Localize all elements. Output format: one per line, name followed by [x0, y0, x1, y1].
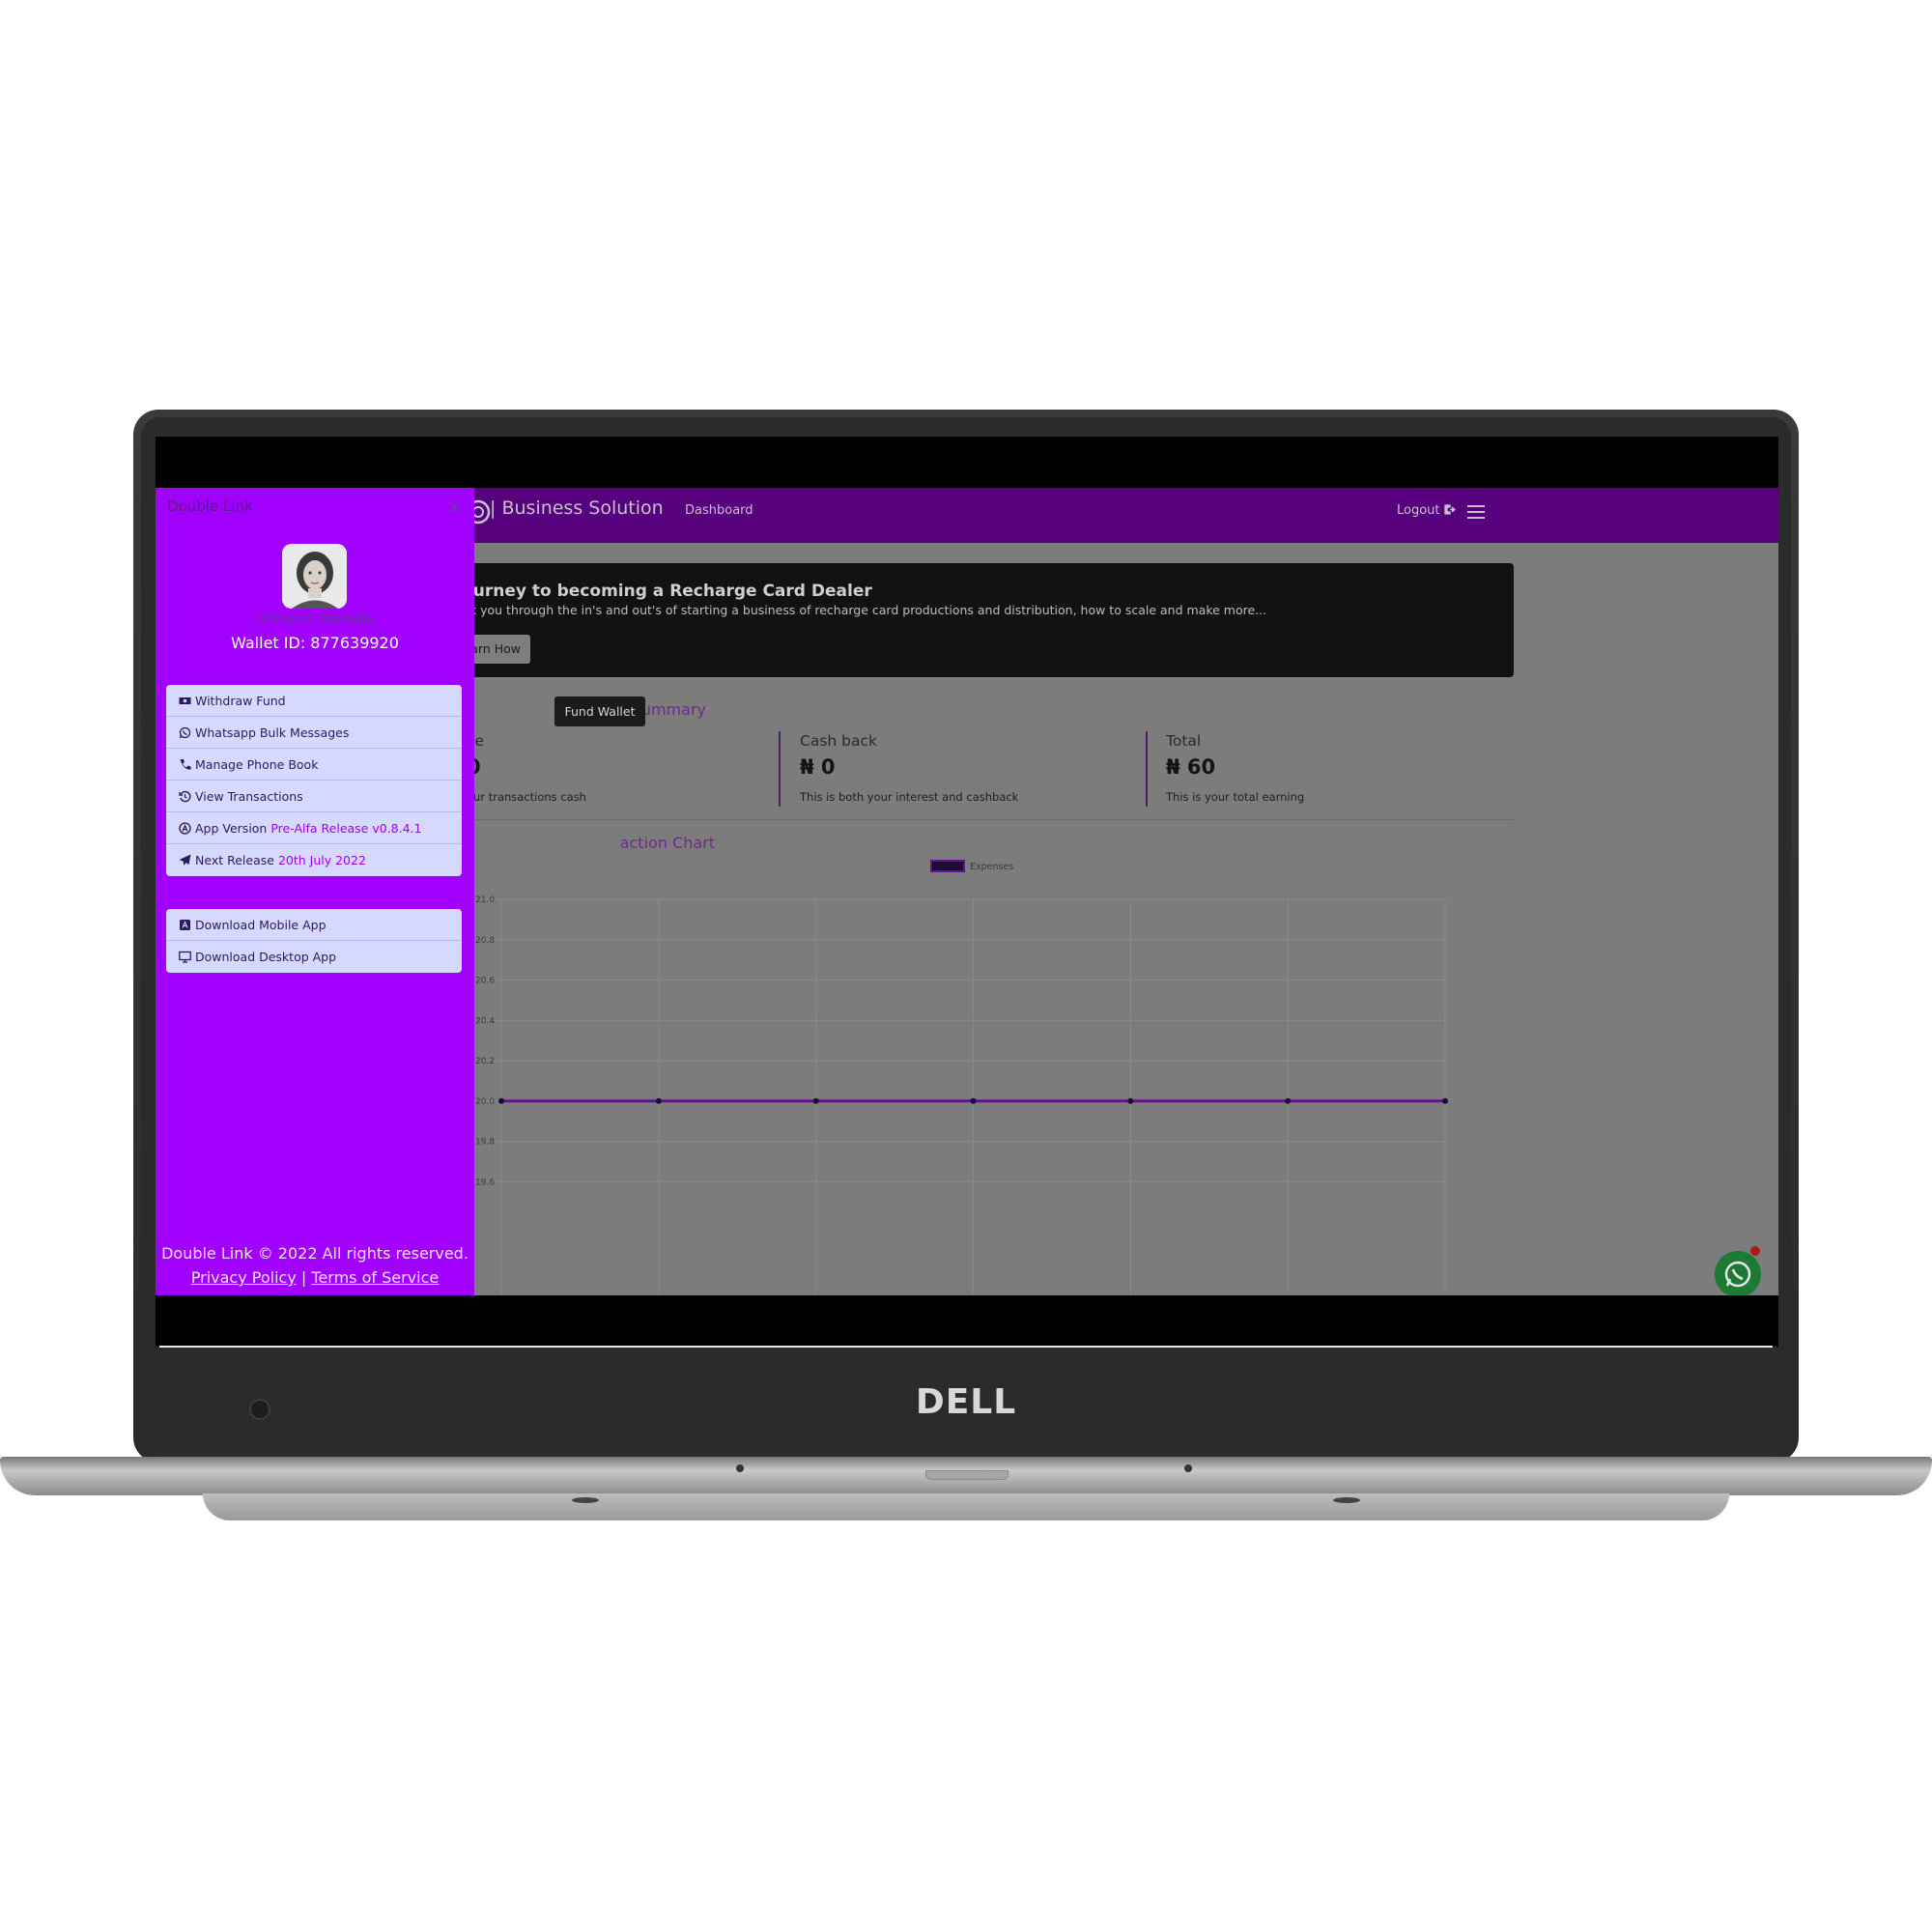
footer-links: Privacy Policy | Terms of Service	[156, 1268, 474, 1287]
stat-divider	[779, 731, 781, 807]
logout-icon	[1444, 504, 1456, 515]
wallet-id: Wallet ID: 877639920	[156, 634, 474, 652]
privacy-policy-link[interactable]: Privacy Policy	[191, 1268, 297, 1287]
money-icon	[179, 696, 191, 704]
menu-label: Next Release	[195, 853, 274, 867]
logout-button[interactable]: Logout	[1397, 503, 1457, 518]
info-banner	[387, 563, 1514, 677]
data-point	[1127, 1097, 1134, 1104]
footer-copyright: Double Link © 2022 All rights reserved.	[161, 1244, 469, 1263]
wallet-id-value: 877639920	[310, 634, 399, 652]
data-point	[655, 1097, 662, 1104]
banner-text: guide will walk you through the in's and…	[387, 603, 1267, 617]
stat-note-balance: our transactions cash	[467, 790, 586, 804]
laptop-base-bottom	[203, 1493, 1729, 1520]
stat-label-cashback: Cash back	[800, 732, 877, 750]
phone-icon	[180, 758, 191, 770]
user-name: Johnson Medalis	[256, 610, 374, 627]
menu-label: Whatsapp Bulk Messages	[195, 724, 350, 740]
webcam-icon	[249, 1399, 270, 1420]
legend-swatch	[930, 860, 965, 872]
menu-item-app-version[interactable]: App Version Pre-Alfa Release v0.8.4.1	[166, 812, 462, 844]
data-point	[498, 1097, 504, 1104]
y-tick-label: 21.0	[475, 895, 495, 905]
y-tick-label: 20.8	[475, 936, 495, 946]
menu-item-withdraw-fund[interactable]: Withdraw Fund	[166, 685, 462, 717]
base-dot	[1184, 1464, 1192, 1472]
sidebar-menu: Withdraw Fund Whatsapp Bulk Messages Man…	[166, 685, 462, 876]
menu-label: View Transactions	[195, 788, 303, 804]
download-desktop-app-link[interactable]: Download Desktop App	[166, 941, 462, 973]
y-tick-label: 20.0	[475, 1097, 495, 1107]
whatsapp-icon	[1724, 1261, 1751, 1288]
brand-title[interactable]: | Business Solution	[490, 497, 664, 519]
menu-item-whatsapp-bulk[interactable]: Whatsapp Bulk Messages	[166, 717, 462, 749]
footer-separator: |	[300, 1268, 307, 1287]
base-dot	[736, 1464, 744, 1472]
y-tick-label: 20.4	[475, 1016, 495, 1026]
logout-label: Logout	[1397, 503, 1440, 518]
wallet-label: Wallet ID:	[231, 634, 306, 652]
stat-value-total: ₦ 60	[1166, 755, 1216, 779]
y-tick-label: 19.6	[475, 1178, 495, 1187]
sidebar-drawer: Double Link ✕ Johnson Medalis Wallet ID:…	[156, 488, 474, 1295]
whatsapp-chat-button[interactable]	[1715, 1251, 1761, 1295]
data-point	[1285, 1097, 1292, 1104]
paper-plane-icon	[179, 854, 191, 866]
hamburger-menu-icon[interactable]	[1467, 505, 1485, 519]
desktop-icon	[179, 951, 191, 963]
screen-edge	[159, 1346, 1773, 1348]
menu-label: Manage Phone Book	[195, 756, 319, 772]
data-point	[812, 1097, 819, 1104]
menu-label: Download Desktop App	[195, 950, 337, 964]
stat-note-total: This is your total earning	[1166, 790, 1305, 804]
laptop-foot	[572, 1497, 599, 1503]
download-mobile-app-link[interactable]: Download Mobile App	[166, 909, 462, 941]
menu-item-view-transactions[interactable]: View Transactions	[166, 781, 462, 812]
banner-title: rt Your journey to becoming a Recharge C…	[387, 582, 872, 601]
app-store-icon	[179, 821, 191, 835]
next-release-date: 20th July 2022	[277, 853, 366, 867]
terms-of-service-link[interactable]: Terms of Service	[311, 1268, 439, 1287]
menu-label: Withdraw Fund	[195, 693, 286, 708]
notification-badge	[1750, 1246, 1760, 1256]
app-screen: | Business Solution Dashboard Logout rt …	[156, 488, 1778, 1295]
data-point	[1442, 1097, 1448, 1104]
avatar	[282, 544, 347, 609]
history-icon	[179, 790, 191, 802]
y-tick-label: 19.8	[475, 1138, 495, 1148]
laptop-foot	[1333, 1497, 1360, 1503]
menu-item-next-release[interactable]: Next Release 20th July 2022	[166, 844, 462, 876]
app-version-value: Pre-Alfa Release v0.8.4.1	[270, 820, 422, 836]
mobile-app-icon	[180, 919, 190, 930]
download-menu: Download Mobile App Download Desktop App	[166, 909, 462, 973]
stat-value-cashback: ₦ 0	[800, 755, 836, 779]
fund-wallet-button[interactable]: Fund Wallet	[554, 696, 645, 726]
y-tick-label: 20.6	[475, 977, 495, 986]
stat-note-cashback: This is both your interest and cashback	[800, 790, 1019, 804]
data-point	[970, 1097, 977, 1104]
hinge-notch	[925, 1470, 1009, 1480]
device-brand-logo: DELL	[915, 1382, 1017, 1422]
whatsapp-icon	[179, 726, 191, 738]
stat-divider	[1146, 731, 1148, 807]
nav-dashboard-link[interactable]: Dashboard	[685, 503, 753, 518]
stat-rule	[387, 819, 1514, 820]
y-tick-label: 20.2	[475, 1057, 495, 1066]
avatar-portrait-icon	[282, 544, 347, 609]
menu-item-phone-book[interactable]: Manage Phone Book	[166, 749, 462, 781]
stat-label-total: Total	[1166, 732, 1202, 750]
sidebar-title: Double Link	[167, 497, 253, 515]
menu-label: Download Mobile App	[195, 917, 327, 932]
legend-label: Expenses	[970, 862, 1013, 872]
menu-label: App Version	[195, 820, 268, 836]
close-icon[interactable]: ✕	[446, 496, 463, 519]
